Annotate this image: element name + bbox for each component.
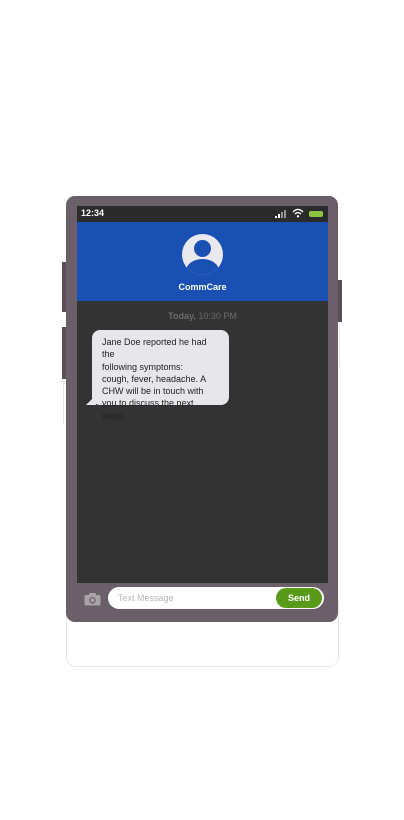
message-composer: Send — [77, 583, 328, 615]
contact-name[interactable]: CommCare — [77, 282, 328, 292]
send-button[interactable]: Send — [276, 588, 322, 608]
timestamp-time: 10:30 PM — [198, 311, 237, 321]
camera-icon[interactable] — [84, 592, 101, 606]
phone-shadow-line — [63, 380, 64, 424]
status-bar: 12:34 — [77, 206, 328, 222]
message-timestamp: Today, 10:30 PM — [77, 311, 328, 321]
message-line: CHW will be in touch with — [102, 386, 204, 397]
phone-screen: 12:34 CommCare Today, 10:30 PM Jane Doe … — [77, 206, 328, 583]
phone-shadow-line — [339, 322, 340, 366]
wifi-icon — [292, 208, 304, 218]
battery-icon — [309, 211, 323, 217]
timestamp-day: Today, — [168, 311, 196, 321]
chat-header: CommCare — [77, 222, 328, 301]
message-line: following symptoms: — [102, 361, 184, 372]
phone-side-button — [62, 327, 66, 379]
message-line: Jane Doe reported he had the — [102, 337, 207, 360]
bubble-tail — [86, 395, 96, 405]
message-line: you to discuss the next steps. — [102, 398, 194, 421]
message-bubble[interactable]: Jane Doe reported he had the following s… — [86, 330, 229, 421]
phone-volume-button — [62, 262, 66, 312]
message-line: cough, fever, headache. A — [102, 373, 207, 384]
status-time: 12:34 — [81, 208, 105, 218]
person-avatar-icon[interactable] — [182, 234, 223, 275]
phone-power-button — [338, 280, 342, 322]
signal-icon — [275, 210, 286, 218]
